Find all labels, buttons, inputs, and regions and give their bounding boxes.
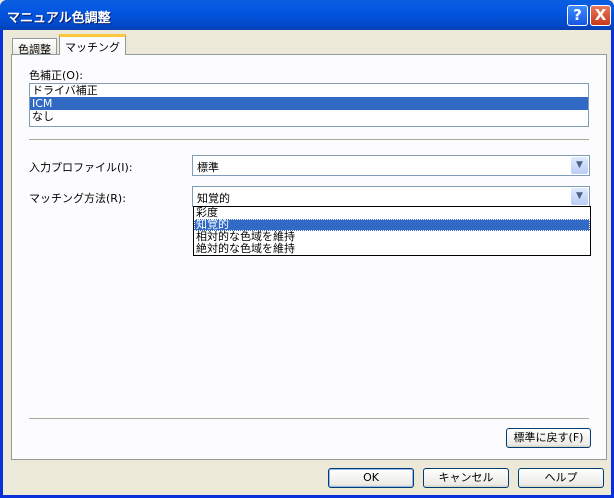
help-icon[interactable]: ?	[567, 5, 588, 26]
matching-method-dropdown[interactable]: 彩度 知覚的 相対的な色域を維持 絶対的な色域を維持	[193, 206, 591, 256]
list-item[interactable]: ドライバ補正	[30, 84, 588, 97]
cancel-button[interactable]: キャンセル	[423, 468, 509, 488]
tab-matching[interactable]: マッチング	[59, 34, 126, 55]
matching-method-value: 知覚的	[197, 192, 230, 205]
reset-button[interactable]: 標準に戻す(F)	[506, 428, 591, 448]
dropdown-option[interactable]: 彩度	[194, 207, 590, 219]
color-correction-label: 色補正(O):	[29, 69, 83, 82]
matching-panel: 色補正(O): ドライバ補正 ICM なし 入力プロファイル(I): 標準 ▼ …	[11, 54, 607, 460]
close-icon[interactable]: X	[590, 5, 611, 26]
divider	[29, 139, 589, 140]
list-item[interactable]: ICM	[30, 97, 588, 110]
color-correction-listbox[interactable]: ドライバ補正 ICM なし	[29, 83, 589, 127]
matching-method-select[interactable]: 知覚的 ▼	[192, 186, 590, 207]
input-profile-select[interactable]: 標準 ▼	[192, 155, 590, 176]
input-profile-label: 入力プロファイル(I):	[29, 161, 133, 174]
dialog-window: マニュアル色調整 ? X 色調整 マッチング 色補正(O): ドライバ補正 IC…	[0, 0, 614, 498]
chevron-down-icon[interactable]: ▼	[571, 188, 588, 205]
help-button[interactable]: ヘルプ	[518, 468, 604, 488]
ok-button[interactable]: OK	[328, 468, 414, 488]
window-title: マニュアル色調整	[7, 11, 111, 26]
divider	[29, 418, 589, 419]
chevron-down-icon[interactable]: ▼	[571, 157, 588, 174]
dropdown-option[interactable]: 絶対的な色域を維持	[194, 243, 590, 255]
list-item[interactable]: なし	[30, 110, 588, 123]
matching-method-label: マッチング方法(R):	[29, 192, 126, 205]
title-bar: マニュアル色調整	[0, 0, 614, 30]
tab-color-adjust[interactable]: 色調整	[12, 38, 57, 56]
input-profile-value: 標準	[197, 161, 219, 174]
